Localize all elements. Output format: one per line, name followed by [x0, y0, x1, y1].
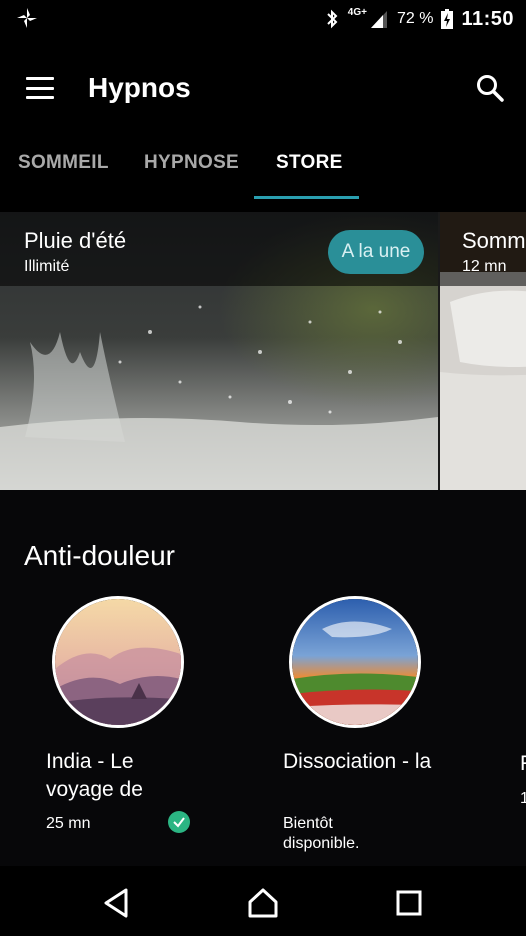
battery-charging-icon — [441, 9, 454, 29]
menu-button[interactable] — [20, 74, 60, 102]
status-bar: 4G+ 72 % 11:50 — [0, 0, 526, 38]
featured-title: Somm — [462, 228, 526, 253]
featured-card-info: Somm 12 mn — [440, 212, 526, 286]
back-icon[interactable] — [100, 886, 134, 920]
featured-card-info: Pluie d'été Illimité A la une — [0, 212, 438, 286]
item-duration: 25 mn — [46, 815, 91, 832]
section-anti-douleur: Anti-douleur India - Le voyage de 25 mn — [0, 490, 526, 866]
app-title: Hypnos — [88, 72, 191, 103]
featured-carousel[interactable]: Pluie d'été Illimité A la une Somm 12 mn — [0, 212, 526, 490]
battery-percent: 72 % — [396, 10, 434, 27]
section-title: Anti-douleur — [24, 540, 175, 571]
search-icon[interactable] — [474, 72, 506, 104]
item-availability: Bientôt disponible. — [283, 815, 360, 852]
signal-icon — [370, 11, 387, 28]
mountain-image — [55, 599, 181, 725]
item-subtitle-peek: 1 — [520, 790, 526, 807]
featured-card[interactable]: Pluie d'été Illimité A la une — [0, 212, 438, 490]
app-bar: Hypnos — [0, 38, 526, 138]
item-thumbnail — [52, 596, 184, 728]
hamburger-line — [26, 86, 54, 90]
active-tab-indicator — [254, 196, 359, 199]
tab-store[interactable]: STORE — [276, 152, 343, 174]
featured-title: Pluie d'été — [24, 228, 127, 253]
tab-hypnose[interactable]: HYPNOSE — [144, 152, 239, 174]
item-thumbnail — [289, 596, 421, 728]
home-icon[interactable] — [246, 886, 280, 920]
item-title-peek: F — [520, 752, 526, 776]
check-icon — [168, 811, 190, 833]
featured-card-next[interactable]: Somm 12 mn — [440, 212, 526, 490]
clock: 11:50 — [461, 7, 514, 30]
list-item[interactable]: Dissociation - la Bientôt disponible. — [283, 596, 489, 852]
recents-icon[interactable] — [392, 886, 426, 920]
featured-badge: A la une — [328, 230, 424, 274]
item-title: Dissociation - la — [283, 750, 432, 773]
network-type: 4G+ — [347, 6, 367, 18]
hamburger-line — [26, 96, 54, 99]
item-title: India - Le voyage de — [46, 750, 143, 801]
system-nav-bar — [0, 866, 526, 936]
tab-sommeil[interactable]: SOMMEIL — [18, 152, 109, 174]
bluetooth-icon — [327, 9, 338, 29]
hamburger-line — [26, 77, 54, 80]
flower-field-image — [292, 599, 418, 725]
app-notification-icon — [17, 8, 37, 28]
list-item[interactable]: India - Le voyage de 25 mn — [46, 596, 252, 846]
featured-subtitle: Illimité — [24, 258, 70, 275]
tab-bar: SOMMEIL HYPNOSE STORE — [0, 138, 526, 200]
featured-subtitle: 12 mn — [462, 258, 507, 275]
